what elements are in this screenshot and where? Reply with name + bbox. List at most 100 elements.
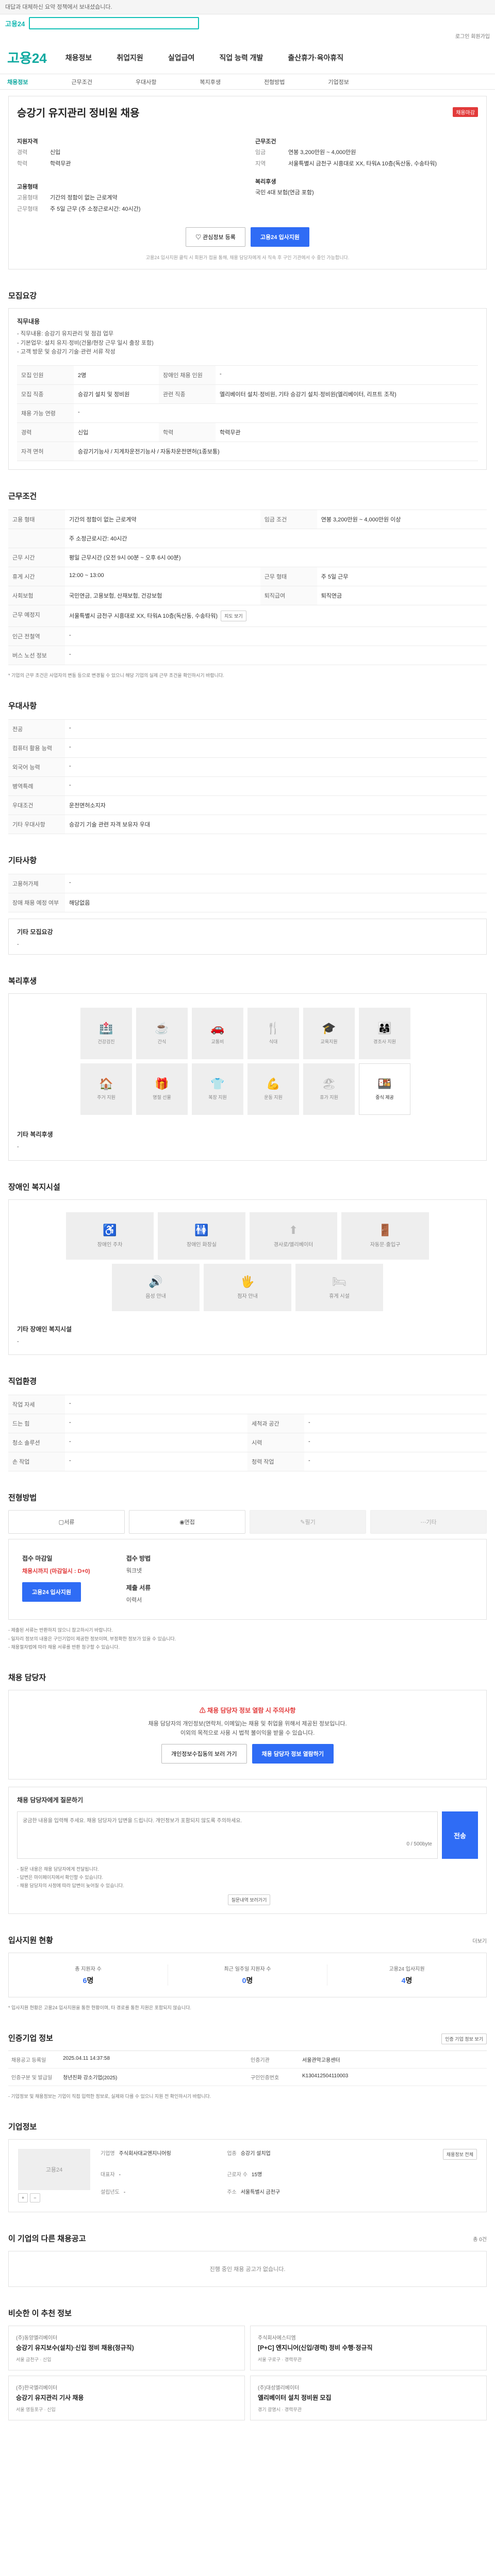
company-field	[354, 2170, 477, 2185]
applicants-note: * 입사지원 현황은 고용24 입사지원을 통한 현황이며, 타 경로를 통한 …	[8, 2005, 191, 2010]
table-cell: 퇴직연금	[317, 585, 487, 605]
tab-welfare[interactable]: 복지후생	[200, 78, 220, 86]
gnb-item-benefit[interactable]: 실업급여	[168, 53, 195, 63]
applicants-more-link[interactable]: 더보기	[472, 1937, 487, 1944]
table-header-cell: 손 작업	[8, 1452, 65, 1472]
consent-button[interactable]: 개인정보수집동의 보러 가기	[161, 1744, 247, 1764]
applicant-stats: 총 지원자 수 6명 최근 일주일 지원자 수 0명 고용24 입사지원 4명	[8, 1952, 487, 1997]
process-panel: 접수 마감일 채용시까지 (마감일시 : D+0) 고용24 입사지원 접수 방…	[8, 1539, 487, 1620]
welfare-label: 중식 제공	[375, 1095, 394, 1100]
manager-alert: ⚠ 채용 담당자 정보 열람 시 주의사항	[24, 1706, 471, 1715]
manager-desc: 이외의 목적으로 사용 시 법적 불이익을 받을 수 있습니다.	[180, 1730, 315, 1736]
zoom-out-button[interactable]: −	[30, 2193, 40, 2203]
table-row: 전공 -	[8, 719, 487, 739]
kv-row: 국민 4대 보험(연금 포함)	[255, 189, 478, 197]
info-value: 2025.04.11 14:37:58	[63, 2055, 110, 2061]
documents-heading: 제출 서류	[126, 1584, 151, 1591]
question-panel: 채용 담당자에게 질문하기 궁금한 내용을 입력해 주세요. 채용 담당자가 답…	[8, 1787, 487, 1914]
question-placeholder: 궁금한 내용을 입력해 주세요. 채용 담당자가 답변을 드립니다. 개인정보가…	[23, 1818, 242, 1824]
table-header-cell: 전공	[8, 719, 65, 739]
gnb-brand[interactable]: 고용24	[7, 48, 47, 67]
gnb-item-jobs[interactable]: 채용정보	[65, 53, 92, 63]
kv-row: 지역 서울특별시 금천구 시흥대로 XX, 타워A 10층(독산동, 수송타워)	[255, 160, 478, 168]
deadline-value: 채용시까지 (마감일시 : D+0)	[22, 1568, 90, 1575]
disability-other-heading: 기타 장애인 복지시설	[17, 1325, 72, 1333]
company-value: -	[123, 2190, 126, 2196]
welfare-label: 운동 지원	[264, 1095, 283, 1100]
table-header-cell: 학력	[158, 422, 216, 442]
table-row: 손 작업 - 청력 작업 -	[8, 1452, 487, 1472]
note-line: - 답변은 마이페이지에서 확인할 수 있습니다.	[17, 1875, 104, 1880]
apply-button-secondary[interactable]: 고용24 입사지원	[22, 1582, 81, 1602]
recommend-title: 승강기 유지관리 기사 채용	[16, 2394, 84, 2402]
search-input[interactable]	[29, 17, 200, 29]
table-row: 병역특례 -	[8, 776, 487, 796]
apply-button[interactable]: 고용24 입사지원	[250, 227, 309, 247]
disability-label: 음성 안내	[145, 1294, 166, 1300]
recruit-panel: 직무내용 - 직무내용: 승강기 유지관리 및 점검 업무 - 기본업무: 설치…	[8, 308, 487, 470]
site-logo[interactable]: 고용24	[5, 19, 25, 28]
note-line: - 채용절차법에 따라 채용 서류를 반환 청구할 수 있습니다.	[8, 1644, 120, 1650]
question-textarea[interactable]: 궁금한 내용을 입력해 주세요. 채용 담당자가 답변을 드립니다. 개인정보가…	[17, 1811, 438, 1859]
tab-conditions[interactable]: 근무조건	[71, 78, 92, 86]
company-logo: 고용24	[18, 2149, 90, 2191]
welfare-panel: 🏥 건강검진 ☕ 간식 🚗 교통비 🍴 식대 🎓 교육지원 👨‍👩‍👧 경조사 지원 🏠 주거 지원 🎁 명절…	[8, 993, 487, 1161]
note-line: - 일자리 정보의 내용은 구인기업이 제공한 정보이며, 부정확한 정보가 있…	[8, 1636, 176, 1641]
table-row: 장애 채용 예정 여부 해당없음	[8, 892, 487, 912]
favorite-button[interactable]: ♡ 관심정보 등록	[186, 227, 245, 247]
top-notice-text: 대답과 대체하신 요약 정책에서 보내셨습니다.	[5, 4, 112, 10]
question-history-button[interactable]: 질문내역 보러가기	[227, 1894, 271, 1905]
disability-other-value: -	[17, 1338, 19, 1345]
recommend-meta: 서울 영등포구 · 신입	[16, 2407, 56, 2413]
welfare-item: 🎓 교육지원	[303, 1007, 355, 1059]
company-field: 근로자 수 15명	[227, 2170, 350, 2185]
table-row: 작업 자세 -	[8, 1395, 487, 1415]
note-line: - 제출된 서류는 반환하지 않으니 참고하시기 바랍니다.	[8, 1628, 113, 1633]
welfare-item: 👕 복장 지원	[192, 1063, 243, 1115]
recommend-meta: 서울 구로구 · 경력무관	[258, 2357, 302, 2363]
section-tabs: 채용정보 근무조건 우대사항 복지후생 전형방법 기업정보	[0, 74, 495, 90]
table-cell: -	[65, 1414, 248, 1434]
tab-company[interactable]: 기업정보	[328, 78, 349, 86]
table-header-cell: 경력	[17, 422, 74, 442]
recommend-card[interactable]: (주)동양엘리베이터 승강기 유지보수(설치)·신입 정비 채용(정규직) 서울 금…	[8, 2326, 245, 2371]
tab-recruit[interactable]: 채용정보	[7, 78, 28, 86]
question-notes: - 질문 내용은 채용 담당자에게 전달됩니다. - 답변은 마이페이지에서 확…	[17, 1865, 478, 1890]
gnb-item-leave[interactable]: 출산휴가·육아휴직	[288, 53, 343, 63]
recommend-card[interactable]: (주)한국엘리베이터 승강기 유지관리 기사 채용 서울 영등포구 · 신입	[8, 2376, 245, 2421]
table-header-cell: 세척과 공간	[248, 1414, 304, 1434]
welfare-item: 🏥 건강검진	[80, 1007, 132, 1059]
stat-label: 총 지원자 수	[75, 1966, 102, 1972]
tab-process[interactable]: 전형방법	[264, 78, 285, 86]
process-step-label: 서류	[64, 1519, 75, 1526]
disability-icon: 🖐	[240, 1275, 255, 1289]
gnb-item-support[interactable]: 취업지원	[117, 53, 143, 63]
disability-label: 장애인 화장실	[187, 1242, 217, 1248]
certified-info-button[interactable]: 인증 기업 정보 보기	[441, 2033, 487, 2044]
kv-value: 학력무관	[50, 160, 71, 167]
table-header-cell: 청소 솔루션	[8, 1433, 65, 1453]
utility-links[interactable]: 로그인 회원가입	[0, 32, 495, 41]
gnb-item-training[interactable]: 직업 능력 개발	[219, 53, 263, 63]
recruit-section-title: 모집요강	[8, 292, 37, 300]
extra-other-heading: 기타 모집요강	[17, 928, 53, 936]
welfare-icon: 🎓	[322, 1022, 336, 1035]
recommend-card[interactable]: (주)대성엘리베이터 엘리베이터 설치 정비원 모집 경기 광명시 · 경력무관	[250, 2376, 487, 2421]
tab-preference[interactable]: 우대사항	[136, 78, 156, 86]
kv-row: 임금 연봉 3,200만원 ~ 4,000만원	[255, 148, 478, 157]
question-send-button[interactable]: 전송	[442, 1811, 478, 1859]
document-icon: ▢	[58, 1519, 64, 1526]
company-jobs-button[interactable]: 채용정보 전체	[442, 2149, 477, 2160]
zoom-in-button[interactable]: +	[18, 2193, 28, 2203]
disability-label: 점자 안내	[237, 1294, 258, 1300]
process-step: ▢ 서류	[8, 1510, 125, 1534]
recommend-meta: 경기 광명시 · 경력무관	[258, 2407, 302, 2413]
recommend-card[interactable]: 주식회사에스티엠 [P+C] 엔지니어(신입/경력) 정비 수행·정규직 서울 구로…	[250, 2326, 487, 2371]
table-row: 인근 전철역 -	[8, 626, 487, 646]
view-manager-button[interactable]: 채용 담당자 정보 열람하기	[252, 1744, 334, 1764]
map-button[interactable]: 지도 보기	[221, 610, 246, 621]
welfare-label: 교육지원	[320, 1039, 338, 1045]
table-row: 경력 신입 학력 학력무관	[17, 422, 478, 442]
info-value: 서울관악고용센터	[302, 2057, 340, 2063]
table-cell: 평일 근무시간 (오전 9시 00분 ~ 오후 6시 00분)	[65, 547, 487, 567]
